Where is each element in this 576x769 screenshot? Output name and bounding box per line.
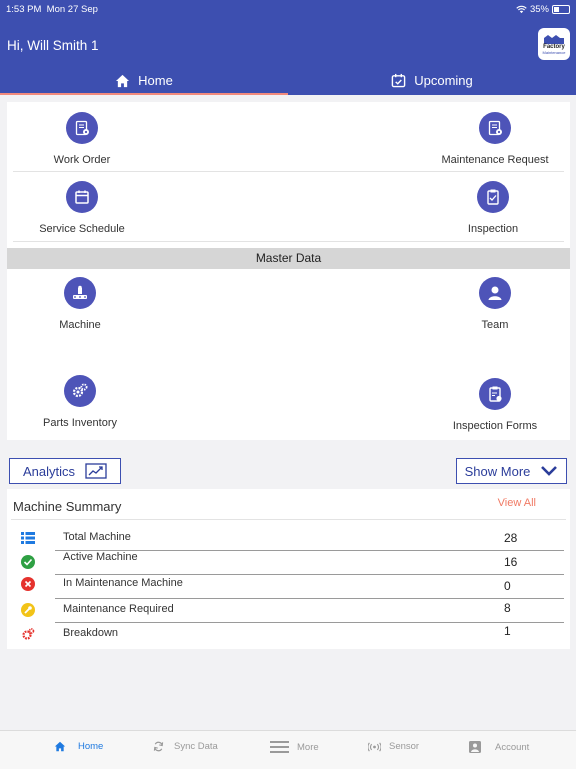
person-icon	[479, 277, 511, 309]
sensor-icon	[368, 741, 381, 752]
nav-sensor[interactable]: Sensor	[368, 741, 419, 752]
maintenance-request-label: Maintenance Request	[441, 154, 549, 166]
row-value: 0	[504, 579, 511, 593]
nav-sync-data[interactable]: Sync Data	[153, 741, 218, 752]
summary-row-breakdown[interactable]: Breakdown 1	[7, 623, 570, 647]
view-all-link[interactable]: View All	[498, 497, 536, 509]
tab-upcoming-label: Upcoming	[414, 73, 473, 88]
bottom-nav: Home Sync Data More Sensor Account	[0, 730, 576, 769]
master-data-header: Master Data	[7, 248, 570, 269]
active-tab-indicator	[0, 93, 288, 95]
status-right: 35%	[516, 4, 570, 15]
chart-icon	[85, 463, 107, 479]
chevron-down-icon	[541, 466, 558, 476]
home-icon	[116, 74, 130, 87]
battery-icon	[552, 5, 570, 14]
inspection-label: Inspection	[467, 223, 519, 235]
nav-home-label: Home	[78, 741, 104, 752]
summary-row-maintenance-required[interactable]: Maintenance Required 8	[7, 599, 570, 623]
wrench-icon	[21, 603, 35, 617]
gears-icon	[64, 375, 96, 407]
app-header: 1:53 PM Mon 27 Sep 35% Hi, Will Smith 1 …	[0, 0, 576, 95]
inspection-forms-tile[interactable]: Inspection Forms	[415, 378, 575, 432]
calendar-icon	[66, 181, 98, 213]
x-circle-icon	[21, 577, 35, 591]
row-label: In Maintenance Machine	[63, 577, 183, 589]
analytics-label: Analytics	[22, 463, 76, 479]
grid-divider	[13, 171, 564, 172]
machine-tile[interactable]: Machine	[0, 277, 160, 331]
form-check-icon	[479, 378, 511, 410]
row-label: Breakdown	[63, 627, 119, 639]
clipboard-icon	[477, 181, 509, 213]
machine-summary-title: Machine Summary	[13, 499, 122, 514]
menu-card: Work Order Maintenance Request Service S…	[7, 102, 570, 440]
show-more-button[interactable]: Show More	[456, 458, 567, 484]
check-circle-icon	[21, 555, 35, 569]
work-order-tile[interactable]: Work Order	[2, 112, 162, 166]
tab-home-label: Home	[138, 73, 173, 88]
menu-icon	[270, 741, 289, 753]
service-schedule-label: Service Schedule	[39, 223, 125, 235]
home-icon	[54, 741, 66, 752]
parts-inventory-label: Parts Inventory	[43, 417, 117, 429]
account-icon	[469, 741, 481, 753]
top-tabs: Home Upcoming	[0, 66, 576, 95]
row-label: Total Machine	[63, 531, 131, 543]
maintenance-request-tile[interactable]: Maintenance Request	[415, 112, 575, 166]
team-tile[interactable]: Team	[415, 277, 575, 331]
nav-more[interactable]: More	[270, 741, 319, 753]
status-time: 1:53 PM Mon 27 Sep	[6, 4, 98, 15]
parts-inventory-tile[interactable]: Parts Inventory	[0, 375, 160, 429]
nav-account[interactable]: Account	[469, 741, 529, 753]
greeting-text: Hi, Will Smith 1	[7, 38, 99, 53]
inspection-tile[interactable]: Inspection	[413, 181, 573, 235]
nav-sensor-label: Sensor	[389, 741, 420, 752]
work-order-icon	[66, 112, 98, 144]
sync-icon	[153, 741, 164, 752]
wifi-icon	[516, 5, 527, 14]
work-order-label: Work Order	[53, 154, 111, 166]
nav-home[interactable]: Home	[54, 741, 103, 752]
gears-icon	[22, 628, 35, 640]
inspection-forms-label: Inspection Forms	[452, 420, 538, 432]
show-more-label: Show More	[464, 463, 531, 479]
row-value: 8	[504, 601, 511, 615]
machine-label: Machine	[59, 319, 101, 331]
status-bar: 1:53 PM Mon 27 Sep 35%	[6, 4, 570, 18]
summary-divider	[11, 519, 566, 520]
calendar-check-icon	[391, 73, 406, 88]
row-value: 16	[504, 555, 518, 569]
summary-row-in-maintenance[interactable]: In Maintenance Machine 0	[7, 575, 570, 599]
row-value: 28	[504, 531, 518, 545]
service-schedule-tile[interactable]: Service Schedule	[2, 181, 162, 235]
team-label: Team	[481, 319, 509, 331]
maintenance-request-icon	[479, 112, 511, 144]
nav-sync-label: Sync Data	[174, 741, 218, 752]
row-label: Active Machine	[63, 551, 138, 563]
summary-row-active[interactable]: Active Machine 16	[7, 551, 570, 575]
tab-home[interactable]: Home	[0, 66, 288, 95]
machine-icon	[64, 277, 96, 309]
list-icon	[21, 532, 35, 544]
nav-more-label: More	[297, 741, 319, 753]
row-value: 1	[504, 624, 511, 638]
logo-line2: Maintenance	[542, 49, 566, 55]
row-label: Maintenance Required	[63, 603, 174, 615]
battery-percent: 35%	[529, 4, 549, 15]
analytics-button[interactable]: Analytics	[9, 458, 121, 484]
machine-summary-card: Machine Summary View All Total Machine 2…	[7, 489, 570, 649]
summary-row-total[interactable]: Total Machine 28	[7, 527, 570, 551]
grid-divider	[13, 241, 564, 242]
app-logo: Factory Maintenance	[538, 28, 570, 60]
tab-upcoming[interactable]: Upcoming	[288, 66, 576, 95]
nav-account-label: Account	[495, 741, 530, 753]
